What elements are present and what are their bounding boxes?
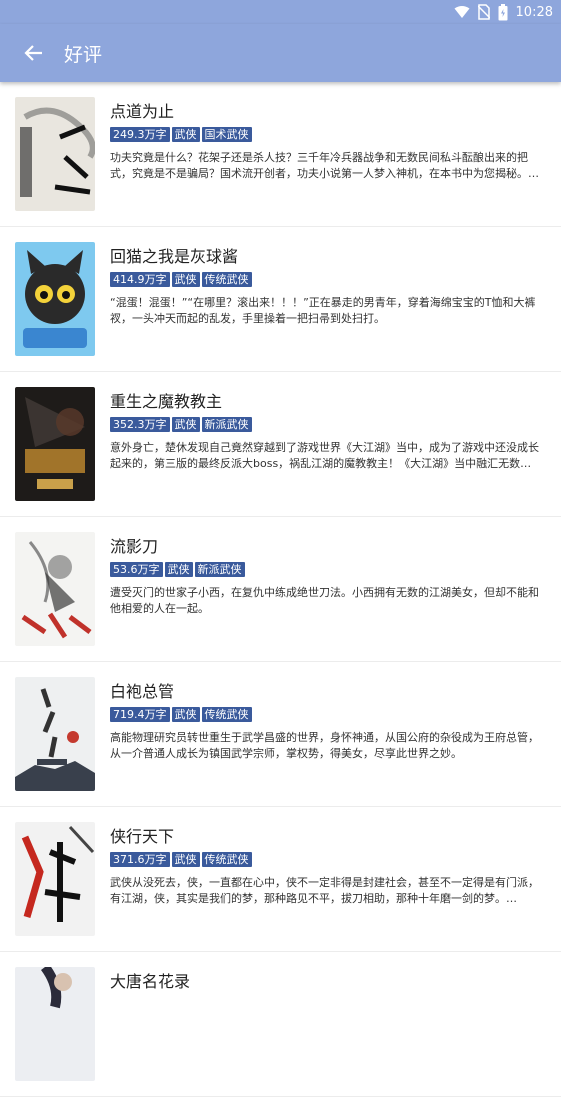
- status-time: 10:28: [515, 4, 553, 20]
- book-title: 点道为止: [110, 102, 175, 121]
- toolbar: 好评: [0, 24, 561, 82]
- book-description: 武侠从没死去，侠，一直都在心中，侠不一定非得是封建社会，甚至不一定得是有门派，有…: [110, 876, 539, 905]
- word-count-tag: 352.3万字: [110, 417, 170, 432]
- book-description: 遭受灭门的世家子小西，在复仇中练成绝世刀法。小西拥有无数的江湖美女，但却不能和他…: [110, 586, 539, 615]
- category-tag: 武侠: [171, 417, 200, 432]
- book-cover: [15, 532, 95, 646]
- book-item[interactable]: 重生之魔教教主 352.3万字 武侠 新派武侠 意外身亡，楚休发现自己竟然穿越到…: [0, 372, 561, 517]
- tag-row: 53.6万字 武侠 新派武侠: [110, 562, 245, 577]
- category-tag: 武侠: [171, 852, 200, 867]
- tag-row: 414.9万字 武侠 传统武侠: [110, 272, 252, 287]
- book-description: 功夫究竟是什么？花架子还是杀人技？三千年冷兵器战争和无数民间私斗酝酿出来的把式，…: [110, 151, 539, 180]
- tag-row: 352.3万字 武侠 新派武侠: [110, 417, 252, 432]
- book-item[interactable]: 大唐名花录: [0, 952, 561, 1097]
- category-tag: 武侠: [171, 272, 200, 287]
- back-button[interactable]: [6, 25, 62, 81]
- subcategory-tag: 传统武侠: [201, 852, 252, 867]
- word-count-tag: 371.6万字: [110, 852, 170, 867]
- word-count-tag: 414.9万字: [110, 272, 170, 287]
- book-description: 意外身亡，楚休发现自己竟然穿越到了游戏世界《大江湖》当中，成为了游戏中还没成长起…: [110, 441, 539, 470]
- book-list: 点道为止 249.3万字 武侠 国术武侠 功夫究竟是什么？花架子还是杀人技？三千…: [0, 82, 561, 1097]
- battery-icon: [498, 3, 508, 21]
- word-count-tag: 719.4万字: [110, 707, 170, 722]
- book-item[interactable]: 点道为止 249.3万字 武侠 国术武侠 功夫究竟是什么？花架子还是杀人技？三千…: [0, 82, 561, 227]
- book-title: 流影刀: [110, 537, 159, 556]
- page-title: 好评: [64, 43, 103, 66]
- category-tag: 武侠: [171, 127, 200, 142]
- book-cover: [15, 387, 95, 501]
- book-title: 大唐名花录: [110, 972, 191, 991]
- word-count-tag: 249.3万字: [110, 127, 170, 142]
- tag-row: 371.6万字 武侠 传统武侠: [110, 852, 252, 867]
- subcategory-tag: 传统武侠: [201, 707, 252, 722]
- book-cover: [15, 967, 95, 1081]
- category-tag: 武侠: [164, 562, 193, 577]
- book-cover: [15, 822, 95, 936]
- book-cover: [15, 97, 95, 211]
- word-count-tag: 53.6万字: [110, 562, 163, 577]
- tag-row: 719.4万字 武侠 传统武侠: [110, 707, 252, 722]
- subcategory-tag: 新派武侠: [194, 562, 245, 577]
- status-bar: 10:28: [0, 0, 561, 24]
- subcategory-tag: 新派武侠: [201, 417, 252, 432]
- book-description: “混蛋！混蛋！”“在哪里？滚出来！！！”正在暴走的男青年，穿着海绵宝宝的T恤和大…: [110, 296, 536, 325]
- book-title: 回猫之我是灰球酱: [110, 247, 239, 266]
- category-tag: 武侠: [171, 707, 200, 722]
- book-item[interactable]: 白袍总管 719.4万字 武侠 传统武侠 高能物理研究员转世重生于武学昌盛的世界…: [0, 662, 561, 807]
- subcategory-tag: 传统武侠: [201, 272, 252, 287]
- book-item[interactable]: 侠行天下 371.6万字 武侠 传统武侠 武侠从没死去，侠，一直都在心中，侠不一…: [0, 807, 561, 952]
- subcategory-tag: 国术武侠: [201, 127, 252, 142]
- book-item[interactable]: 回猫之我是灰球酱 414.9万字 武侠 传统武侠 “混蛋！混蛋！”“在哪里？滚出…: [0, 227, 561, 372]
- book-title: 重生之魔教教主: [110, 392, 223, 411]
- arrow-left-icon: [24, 45, 42, 61]
- book-cover: [15, 677, 95, 791]
- wifi-icon: [454, 5, 470, 19]
- book-item[interactable]: 流影刀 53.6万字 武侠 新派武侠 遭受灭门的世家子小西，在复仇中练成绝世刀法…: [0, 517, 561, 662]
- book-title: 白袍总管: [110, 682, 175, 701]
- no-sim-icon: [477, 4, 490, 20]
- tag-row: 249.3万字 武侠 国术武侠: [110, 127, 252, 142]
- book-title: 侠行天下: [110, 827, 175, 846]
- book-description: 高能物理研究员转世重生于武学昌盛的世界，身怀神通，从国公府的杂役成为王府总管，从…: [110, 731, 539, 760]
- book-cover: [15, 242, 95, 356]
